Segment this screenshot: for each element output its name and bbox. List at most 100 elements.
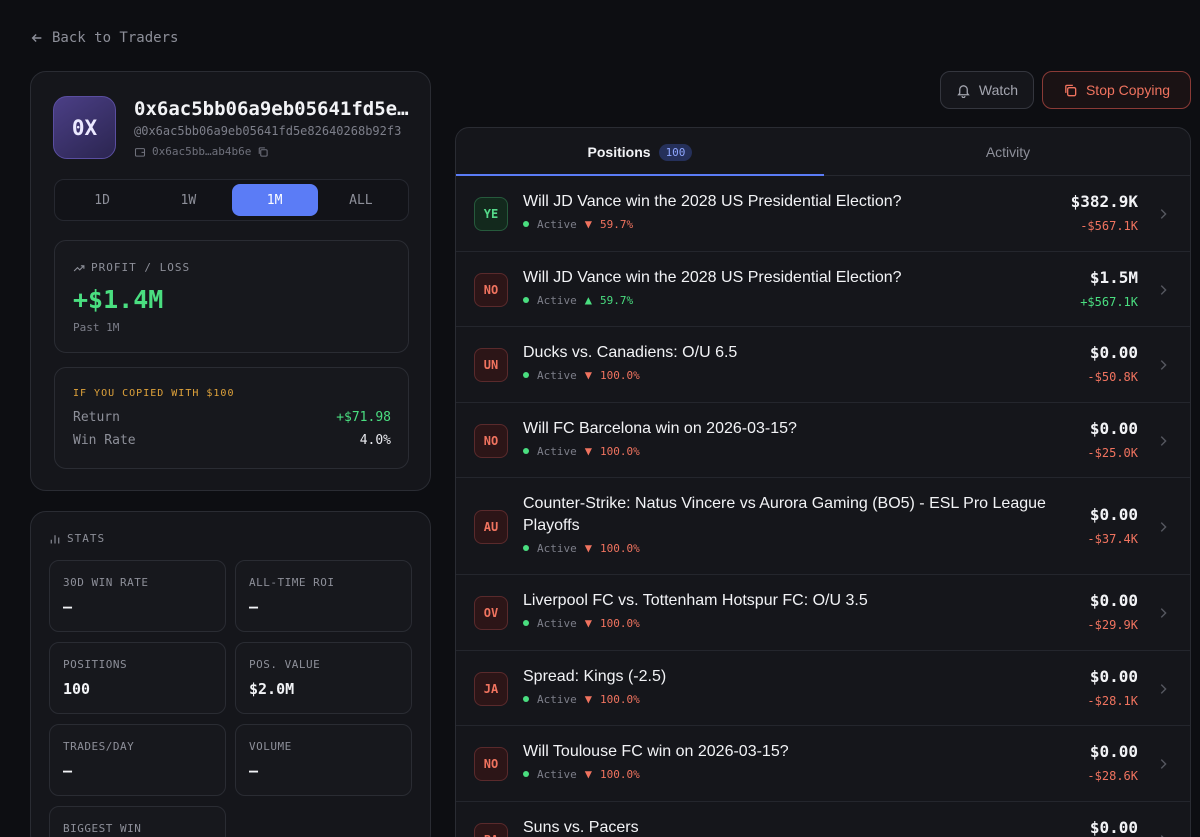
position-value: $0.00	[1089, 343, 1138, 362]
triangle-down-icon: ▼	[584, 444, 592, 458]
position-meta: Active ▼ 100.0%	[523, 444, 640, 458]
stat-value: –	[249, 598, 259, 616]
tab-activity[interactable]: Activity	[824, 128, 1190, 176]
position-meta: Active ▼ 100.0%	[523, 616, 640, 630]
time-range-selector: 1D 1W 1M ALL	[54, 179, 409, 221]
watch-button[interactable]: Watch	[940, 71, 1034, 109]
position-value: $0.00	[1089, 504, 1138, 524]
price-change: 59.7%	[599, 293, 634, 307]
position-meta: Active ▼ 59.7%	[523, 217, 633, 231]
copy-simulation-box: IF YOU COPIED WITH $100 Return +$71.98 W…	[54, 367, 409, 469]
trader-profile-card: 0X 0x6ac5bb06a9eb05641fd5e82640268b92f3 …	[30, 71, 431, 491]
table-row[interactable]: NO Will Toulouse FC win on 2026-03-15? Act…	[456, 726, 1190, 802]
trader-name: 0x6ac5bb06a9eb05641fd5e82640268b92f3	[134, 98, 414, 120]
stat-value: $2.0M	[249, 680, 295, 698]
trader-handle: @0x6ac5bb06a9eb05641fd5e82640268b92f3	[134, 124, 402, 138]
outcome-badge: PA	[474, 823, 508, 837]
position-pnl: -$29.9K	[1087, 618, 1138, 632]
chevron-right-icon	[1160, 608, 1167, 618]
stats-title-row: STATS	[49, 532, 105, 545]
stat-value: –	[63, 598, 73, 616]
back-to-traders-link[interactable]: Back to Traders	[30, 30, 178, 46]
price-change: 100.0%	[599, 368, 640, 382]
market-title: Will JD Vance win the 2028 US Presidenti…	[523, 193, 902, 210]
market-title: Spread: Kings (-2.5)	[523, 668, 667, 685]
market-title: Will Toulouse FC win on 2026-03-15?	[523, 743, 789, 760]
copy-icon[interactable]	[257, 146, 269, 158]
range-1d-button[interactable]: 1D	[59, 184, 145, 216]
stat-biggest-win: BIGGEST WIN	[49, 806, 226, 837]
outcome-badge: AU	[474, 509, 508, 544]
bell-icon	[957, 84, 970, 98]
position-value: $0.00	[1089, 818, 1138, 837]
range-all-button[interactable]: ALL	[318, 184, 404, 216]
return-value: +$71.98	[336, 410, 391, 425]
return-row: Return +$71.98	[73, 410, 391, 425]
market-title: Counter-Strike: Natus Vincere vs Aurora …	[523, 495, 1046, 534]
market-title: Will JD Vance win the 2028 US Presidenti…	[523, 269, 902, 286]
position-meta: Active ▼ 100.0%	[523, 541, 640, 555]
avatar: 0X	[53, 96, 116, 159]
stat-label: BIGGEST WIN	[63, 822, 142, 835]
table-row[interactable]: NO Will FC Barcelona win on 2026-03-15? Ac…	[456, 403, 1190, 478]
stat-label: POS. VALUE	[249, 658, 321, 671]
position-pnl: -$50.8K	[1087, 370, 1138, 384]
position-value: $0.00	[1089, 591, 1138, 610]
stat-positions: POSITIONS 100	[49, 642, 226, 714]
chevron-right-icon	[1160, 835, 1164, 837]
market-title: Suns vs. Pacers	[523, 819, 639, 836]
position-meta: Active ▲ 59.7%	[523, 293, 633, 307]
stat-all-time-roi: ALL-TIME ROI –	[235, 560, 412, 632]
status-dot	[523, 448, 529, 454]
status-dot	[523, 545, 529, 551]
position-pnl: -$28.6K	[1087, 769, 1138, 783]
wallet-address: 0x6ac5bb…ab4b6e	[134, 145, 269, 158]
status-text: Active	[537, 444, 577, 458]
copy-simulation-title: IF YOU COPIED WITH $100	[73, 388, 235, 399]
status-text: Active	[537, 767, 577, 781]
stop-copying-button[interactable]: Stop Copying	[1042, 71, 1191, 109]
table-row[interactable]: PA Suns vs. Pacers $0.00	[456, 802, 1190, 837]
profit-loss-period: Past 1M	[73, 321, 120, 334]
profit-loss-box: PROFIT / LOSS +$1.4M Past 1M	[54, 240, 409, 353]
position-pnl: -$37.4K	[1087, 531, 1138, 546]
chevron-right-icon	[1160, 683, 1167, 694]
status-dot	[523, 297, 529, 303]
table-row[interactable]: NO Will JD Vance win the 2028 US Presiden…	[456, 252, 1190, 327]
tab-positions-label: Positions	[587, 144, 651, 160]
position-value: $0.00	[1089, 742, 1138, 761]
table-row[interactable]: UN Ducks vs. Canadiens: O/U 6.5 Active ▼ 100…	[456, 327, 1190, 403]
tab-activity-label: Activity	[985, 144, 1031, 160]
range-1w-button[interactable]: 1W	[145, 184, 231, 216]
stat-pos-value: POS. VALUE $2.0M	[235, 642, 412, 714]
status-text: Active	[537, 368, 577, 382]
market-title: Liverpool FC vs. Tottenham Hotspur FC: O…	[523, 592, 868, 609]
position-pnl: -$567.1K	[1080, 219, 1138, 233]
table-row[interactable]: OV Liverpool FC vs. Tottenham Hotspur FC:…	[456, 575, 1190, 651]
range-1m-button[interactable]: 1M	[231, 184, 318, 216]
table-row[interactable]: JA Spread: Kings (-2.5) Active ▼ 100.0% $0.00…	[456, 651, 1190, 726]
table-row[interactable]: YE Will JD Vance win the 2028 US Presiden…	[456, 176, 1190, 252]
triangle-down-icon: ▼	[584, 616, 592, 630]
price-change: 100.0%	[599, 616, 640, 630]
status-dot	[523, 221, 529, 227]
tab-positions[interactable]: Positions 100	[456, 128, 824, 176]
chevron-right-icon	[1160, 284, 1167, 295]
status-text: Active	[537, 217, 577, 231]
trending-up-icon	[73, 264, 85, 271]
positions-count-badge: 100	[658, 143, 693, 161]
table-row[interactable]: AU Counter-Strike: Natus Vincere vs Auror…	[456, 478, 1190, 575]
triangle-down-icon: ▼	[584, 368, 592, 382]
stats-title: STATS	[67, 532, 106, 545]
chevron-right-icon	[1160, 360, 1167, 370]
watch-label: Watch	[978, 82, 1019, 98]
position-pnl: -$28.1K	[1087, 693, 1138, 708]
return-label: Return	[73, 410, 120, 425]
status-dot	[523, 372, 529, 378]
status-text: Active	[537, 541, 577, 555]
price-change: 100.0%	[599, 541, 640, 555]
copy-icon	[1065, 84, 1077, 96]
stat-value: 100	[63, 680, 91, 698]
stat-label: TRADES/DAY	[63, 740, 135, 753]
stats-card: STATS 30D WIN RATE – ALL-TIME ROI – POSITION…	[30, 511, 431, 837]
